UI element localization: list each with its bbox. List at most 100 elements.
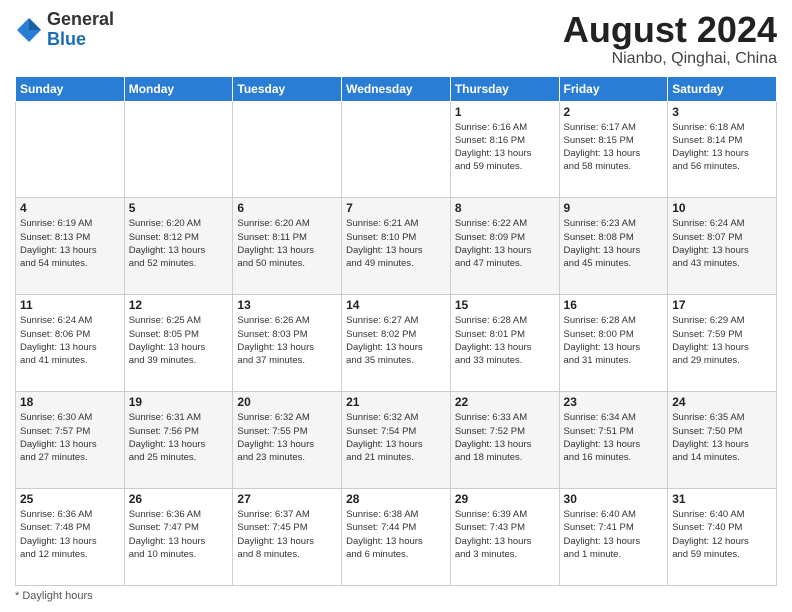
- calendar-cell: 14 Sunrise: 6:27 AM Sunset: 8:02 PM Dayli…: [342, 295, 451, 392]
- calendar-cell: 16 Sunrise: 6:28 AM Sunset: 8:00 PM Dayli…: [559, 295, 668, 392]
- day-info: Sunrise: 6:19 AM Sunset: 8:13 PM Dayligh…: [20, 217, 120, 270]
- day-number: 1: [455, 105, 555, 119]
- page: General Blue August 2024 Nianbo, Qinghai…: [0, 0, 792, 612]
- logo-icon: [15, 16, 43, 44]
- calendar-cell: 9 Sunrise: 6:23 AM Sunset: 8:08 PM Daylig…: [559, 198, 668, 295]
- calendar-cell: 26Sunrise: 6:36 AM Sunset: 7:47 PM Dayli…: [124, 489, 233, 586]
- calendar-cell: 29Sunrise: 6:39 AM Sunset: 7:43 PM Dayli…: [450, 489, 559, 586]
- calendar-cell: 25 Sunrise: 6:36 AM Sunset: 7:48 PM Dayli…: [16, 489, 125, 586]
- calendar-cell: 15 Sunrise: 6:28 AM Sunset: 8:01 PM Dayli…: [450, 295, 559, 392]
- day-number: 27: [237, 492, 337, 506]
- day-number: 30: [564, 492, 664, 506]
- calendar-cell: 21Sunrise: 6:32 AM Sunset: 7:54 PM Dayli…: [342, 392, 451, 489]
- day-number: 11: [20, 298, 120, 312]
- day-number: 31: [672, 492, 772, 506]
- calendar-week-3: 11 Sunrise: 6:24 AM Sunset: 8:06 PM Dayli…: [16, 295, 777, 392]
- calendar-week-5: 25 Sunrise: 6:36 AM Sunset: 7:48 PM Dayli…: [16, 489, 777, 586]
- calendar-cell: 3 Sunrise: 6:18 AM Sunset: 8:14 PM Daylig…: [668, 101, 777, 198]
- calendar-cell: 8 Sunrise: 6:22 AM Sunset: 8:09 PM Daylig…: [450, 198, 559, 295]
- calendar-cell: [342, 101, 451, 198]
- day-number: 14: [346, 298, 446, 312]
- day-number: 26: [129, 492, 229, 506]
- day-info: Sunrise: 6:28 AM Sunset: 8:00 PM Dayligh…: [564, 314, 664, 367]
- day-info: Sunrise: 6:25 AM Sunset: 8:05 PM Dayligh…: [129, 314, 229, 367]
- col-wednesday: Wednesday: [342, 76, 451, 101]
- calendar-table: Sunday Monday Tuesday Wednesday Thursday…: [15, 76, 777, 586]
- day-number: 3: [672, 105, 772, 119]
- day-info: Sunrise: 6:39 AM Sunset: 7:43 PM Dayligh…: [455, 508, 555, 561]
- calendar-cell: 5Sunrise: 6:20 AM Sunset: 8:12 PM Daylig…: [124, 198, 233, 295]
- header-row: Sunday Monday Tuesday Wednesday Thursday…: [16, 76, 777, 101]
- calendar-cell: [233, 101, 342, 198]
- title-block: August 2024 Nianbo, Qinghai, China: [563, 10, 777, 68]
- day-info: Sunrise: 6:37 AM Sunset: 7:45 PM Dayligh…: [237, 508, 337, 561]
- calendar-body: 1Sunrise: 6:16 AM Sunset: 8:16 PM Daylig…: [16, 101, 777, 585]
- day-info: Sunrise: 6:20 AM Sunset: 8:11 PM Dayligh…: [237, 217, 337, 270]
- calendar-cell: 27 Sunrise: 6:37 AM Sunset: 7:45 PM Dayli…: [233, 489, 342, 586]
- day-info: Sunrise: 6:23 AM Sunset: 8:08 PM Dayligh…: [564, 217, 664, 270]
- day-info: Sunrise: 6:27 AM Sunset: 8:02 PM Dayligh…: [346, 314, 446, 367]
- calendar-week-4: 18 Sunrise: 6:30 AM Sunset: 7:57 PM Dayli…: [16, 392, 777, 489]
- day-info: Sunrise: 6:20 AM Sunset: 8:12 PM Dayligh…: [129, 217, 229, 270]
- calendar-cell: 4 Sunrise: 6:19 AM Sunset: 8:13 PM Daylig…: [16, 198, 125, 295]
- logo-blue: Blue: [47, 29, 86, 49]
- day-number: 20: [237, 395, 337, 409]
- day-info: Sunrise: 6:32 AM Sunset: 7:55 PM Dayligh…: [237, 411, 337, 464]
- calendar-cell: 17Sunrise: 6:29 AM Sunset: 7:59 PM Dayli…: [668, 295, 777, 392]
- day-number: 23: [564, 395, 664, 409]
- day-number: 10: [672, 201, 772, 215]
- day-number: 7: [346, 201, 446, 215]
- calendar-cell: 24Sunrise: 6:35 AM Sunset: 7:50 PM Dayli…: [668, 392, 777, 489]
- day-info: Sunrise: 6:33 AM Sunset: 7:52 PM Dayligh…: [455, 411, 555, 464]
- footer-text: Daylight hours: [22, 590, 92, 602]
- location: Nianbo, Qinghai, China: [563, 50, 777, 68]
- day-info: Sunrise: 6:40 AM Sunset: 7:40 PM Dayligh…: [672, 508, 772, 561]
- calendar-week-1: 1Sunrise: 6:16 AM Sunset: 8:16 PM Daylig…: [16, 101, 777, 198]
- day-info: Sunrise: 6:36 AM Sunset: 7:48 PM Dayligh…: [20, 508, 120, 561]
- day-number: 16: [564, 298, 664, 312]
- day-info: Sunrise: 6:22 AM Sunset: 8:09 PM Dayligh…: [455, 217, 555, 270]
- header: General Blue August 2024 Nianbo, Qinghai…: [15, 10, 777, 68]
- day-info: Sunrise: 6:24 AM Sunset: 8:06 PM Dayligh…: [20, 314, 120, 367]
- day-number: 15: [455, 298, 555, 312]
- day-number: 2: [564, 105, 664, 119]
- calendar-cell: 19Sunrise: 6:31 AM Sunset: 7:56 PM Dayli…: [124, 392, 233, 489]
- day-info: Sunrise: 6:34 AM Sunset: 7:51 PM Dayligh…: [564, 411, 664, 464]
- calendar-cell: [16, 101, 125, 198]
- day-info: Sunrise: 6:28 AM Sunset: 8:01 PM Dayligh…: [455, 314, 555, 367]
- day-info: Sunrise: 6:29 AM Sunset: 7:59 PM Dayligh…: [672, 314, 772, 367]
- day-number: 12: [129, 298, 229, 312]
- day-info: Sunrise: 6:31 AM Sunset: 7:56 PM Dayligh…: [129, 411, 229, 464]
- day-info: Sunrise: 6:40 AM Sunset: 7:41 PM Dayligh…: [564, 508, 664, 561]
- day-info: Sunrise: 6:35 AM Sunset: 7:50 PM Dayligh…: [672, 411, 772, 464]
- col-friday: Friday: [559, 76, 668, 101]
- day-number: 25: [20, 492, 120, 506]
- calendar-cell: [124, 101, 233, 198]
- day-number: 18: [20, 395, 120, 409]
- day-number: 28: [346, 492, 446, 506]
- calendar-cell: 7 Sunrise: 6:21 AM Sunset: 8:10 PM Daylig…: [342, 198, 451, 295]
- day-number: 13: [237, 298, 337, 312]
- day-number: 22: [455, 395, 555, 409]
- day-info: Sunrise: 6:21 AM Sunset: 8:10 PM Dayligh…: [346, 217, 446, 270]
- day-number: 8: [455, 201, 555, 215]
- calendar-cell: 23 Sunrise: 6:34 AM Sunset: 7:51 PM Dayli…: [559, 392, 668, 489]
- calendar-cell: 2Sunrise: 6:17 AM Sunset: 8:15 PM Daylig…: [559, 101, 668, 198]
- day-info: Sunrise: 6:24 AM Sunset: 8:07 PM Dayligh…: [672, 217, 772, 270]
- col-sunday: Sunday: [16, 76, 125, 101]
- calendar-cell: 10 Sunrise: 6:24 AM Sunset: 8:07 PM Dayli…: [668, 198, 777, 295]
- calendar-cell: 28Sunrise: 6:38 AM Sunset: 7:44 PM Dayli…: [342, 489, 451, 586]
- day-info: Sunrise: 6:30 AM Sunset: 7:57 PM Dayligh…: [20, 411, 120, 464]
- day-number: 4: [20, 201, 120, 215]
- calendar-cell: 13Sunrise: 6:26 AM Sunset: 8:03 PM Dayli…: [233, 295, 342, 392]
- day-number: 21: [346, 395, 446, 409]
- calendar-cell: 30 Sunrise: 6:40 AM Sunset: 7:41 PM Dayli…: [559, 489, 668, 586]
- calendar-cell: 31 Sunrise: 6:40 AM Sunset: 7:40 PM Dayli…: [668, 489, 777, 586]
- day-info: Sunrise: 6:18 AM Sunset: 8:14 PM Dayligh…: [672, 121, 772, 174]
- day-number: 9: [564, 201, 664, 215]
- calendar-cell: 1Sunrise: 6:16 AM Sunset: 8:16 PM Daylig…: [450, 101, 559, 198]
- col-tuesday: Tuesday: [233, 76, 342, 101]
- logo-general: General: [47, 9, 114, 29]
- calendar-cell: 22 Sunrise: 6:33 AM Sunset: 7:52 PM Dayli…: [450, 392, 559, 489]
- col-thursday: Thursday: [450, 76, 559, 101]
